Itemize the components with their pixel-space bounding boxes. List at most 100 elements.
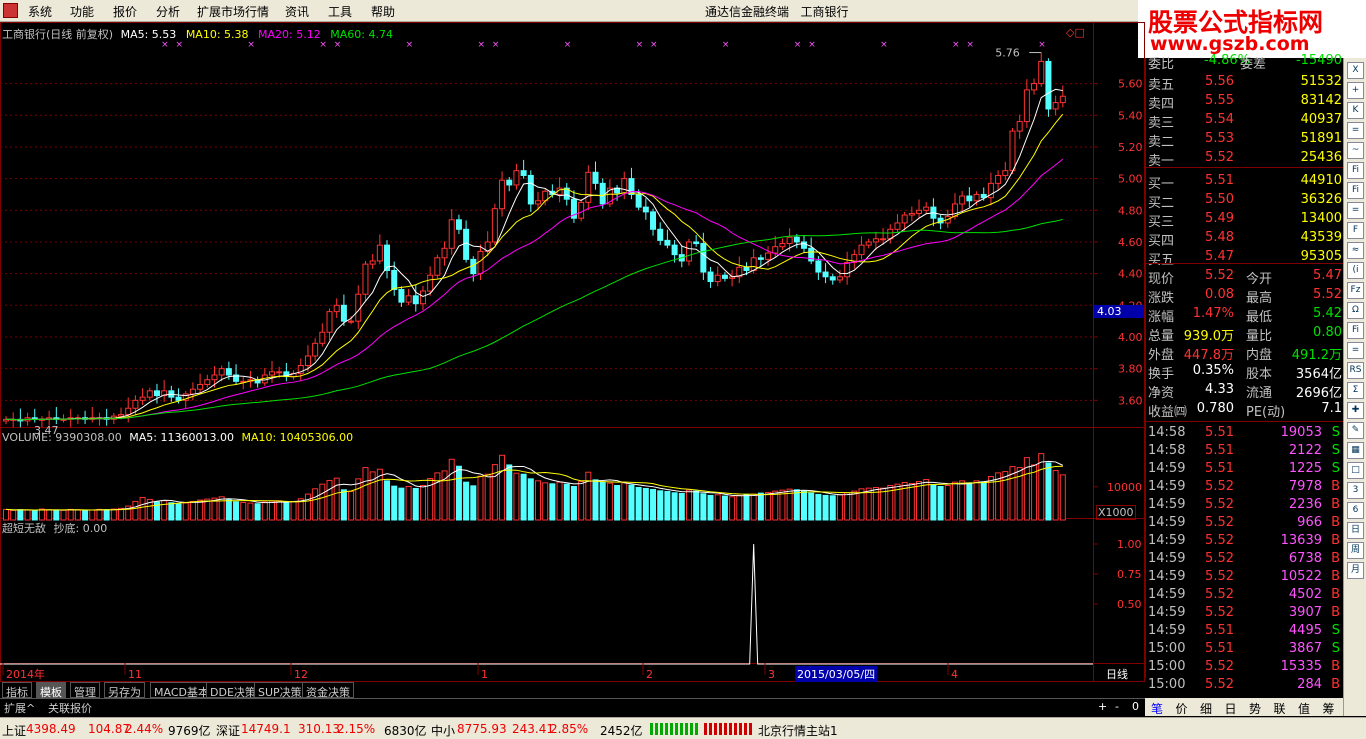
chart-canvas[interactable]: 5.605.405.205.004.804.604.404.204.003.80… <box>0 22 1145 682</box>
toolbar-icon-16[interactable]: Σ <box>1347 382 1364 399</box>
ask-row[interactable]: 卖一 5.52 25436 <box>1146 149 1344 169</box>
toolbar-icon-5[interactable]: Fi <box>1347 162 1364 179</box>
toolbar-icon-15[interactable]: RS <box>1347 362 1364 379</box>
menu-tools[interactable]: 工具 <box>328 3 352 20</box>
bid-row[interactable]: 买一 5.51 44910 <box>1146 172 1344 192</box>
tab-2[interactable]: 管理 <box>70 682 100 699</box>
ask-row[interactable]: 卖二 5.53 51891 <box>1146 130 1344 150</box>
toolbar-icon-0[interactable]: X <box>1347 62 1364 79</box>
ask-row[interactable]: 卖四 5.55 83142 <box>1146 92 1344 112</box>
panel-tab-1[interactable]: 价 <box>1176 700 1188 717</box>
toolbar-icon-1[interactable]: + <box>1347 82 1364 99</box>
panel-tab-4[interactable]: 势 <box>1249 700 1261 717</box>
toolbar-icon-4[interactable]: ~ <box>1347 142 1364 159</box>
panel-tab-3[interactable]: 日 <box>1225 700 1237 717</box>
volume-bar <box>743 494 750 521</box>
tick-row[interactable]: 15:00 5.51 3867 S <box>1146 640 1344 658</box>
tick-row[interactable]: 14:59 5.52 6738 B <box>1146 550 1344 568</box>
tab-5[interactable]: DDE决策 <box>206 682 260 699</box>
panel-tab-0[interactable]: 笔 <box>1151 700 1163 717</box>
panel-tab-2[interactable]: 细 <box>1200 700 1212 717</box>
ask-row[interactable]: 卖三 5.54 40937 <box>1146 111 1344 131</box>
tab-0[interactable]: 指标 <box>2 682 32 699</box>
tab-7[interactable]: 资金决策 <box>302 682 354 699</box>
menu-quote[interactable]: 报价 <box>113 3 137 20</box>
sme-index-label[interactable]: 中小 <box>431 722 455 739</box>
period-label[interactable]: 日线 <box>1106 666 1128 682</box>
price-cursor-label: 4.03 <box>1094 305 1144 318</box>
toolbar-icon-24[interactable]: 周 <box>1347 542 1364 559</box>
toolbar-icon-18[interactable]: ✎ <box>1347 422 1364 439</box>
kline-chart-area[interactable]: 5.605.405.205.004.804.604.404.204.003.80… <box>0 22 1145 682</box>
tick-row[interactable]: 14:58 5.51 2122 S <box>1146 442 1344 460</box>
toolbar-icon-6[interactable]: Fi <box>1347 182 1364 199</box>
bid-row[interactable]: 买四 5.48 43539 <box>1146 229 1344 249</box>
zoom-out-button[interactable]: - <box>1115 700 1119 713</box>
stat-row[interactable]: 现价 5.52 今开 5.47 <box>1146 267 1344 287</box>
toolbar-icon-20[interactable]: □ <box>1347 462 1364 479</box>
toolbar-icon-7[interactable]: = <box>1347 202 1364 219</box>
toolbar-icon-22[interactable]: 6 <box>1347 502 1364 519</box>
tick-row[interactable]: 14:59 5.52 966 B <box>1146 514 1344 532</box>
tick-row[interactable]: 14:59 5.52 3907 B <box>1146 604 1344 622</box>
toolbar-icon-13[interactable]: Fi <box>1347 322 1364 339</box>
tick-row[interactable]: 14:59 5.52 13639 B <box>1146 532 1344 550</box>
linked-quote-button[interactable]: 关联报价 <box>48 700 92 716</box>
toolbar-icon-25[interactable]: 月 <box>1347 562 1364 579</box>
stat-row[interactable]: 总量 939.0万 量比 0.80 <box>1146 324 1344 344</box>
order-ratio-row[interactable]: 委比 -4.86% 委差 -15490 <box>1146 52 1344 72</box>
tick-row[interactable]: 14:59 5.52 2236 B <box>1146 496 1344 514</box>
bid-row[interactable]: 买二 5.50 36326 <box>1146 191 1344 211</box>
menu-extended-market[interactable]: 扩展市场行情 <box>197 3 269 20</box>
chart-corner-icons[interactable]: ◇□ <box>1066 26 1085 39</box>
tick-row[interactable]: 14:59 5.51 4495 S <box>1146 622 1344 640</box>
ask-row[interactable]: 卖五 5.56 51532 <box>1146 73 1344 93</box>
toolbar-icon-11[interactable]: Fz <box>1347 282 1364 299</box>
stat-row[interactable]: 换手 0.35% 股本 3564亿 <box>1146 362 1344 382</box>
toolbar-icon-19[interactable]: ▦ <box>1347 442 1364 459</box>
sz-index-label[interactable]: 深证 <box>216 722 240 739</box>
tick-row[interactable]: 15:00 5.52 284 B <box>1146 676 1344 694</box>
menu-system[interactable]: 系统 <box>28 3 52 20</box>
zoom-reset-button[interactable]: 0 <box>1132 700 1139 713</box>
tab-4[interactable]: MACD基本 <box>150 682 213 699</box>
toolbar-icon-2[interactable]: K <box>1347 102 1364 119</box>
panel-tab-6[interactable]: 值 <box>1298 700 1310 717</box>
toolbar-icon-21[interactable]: 3 <box>1347 482 1364 499</box>
toolbar-icon-23[interactable]: 日 <box>1347 522 1364 539</box>
tick-row[interactable]: 15:00 5.52 15335 B <box>1146 658 1344 676</box>
tick-row[interactable]: 14:59 5.51 1225 S <box>1146 460 1344 478</box>
menu-function[interactable]: 功能 <box>70 3 94 20</box>
toolbar-icon-14[interactable]: = <box>1347 342 1364 359</box>
panel-tab-7[interactable]: 筹 <box>1323 700 1335 717</box>
stat-row[interactable]: 涨跌 0.08 最高 5.52 <box>1146 286 1344 306</box>
app-icon[interactable] <box>3 3 18 18</box>
bid-row[interactable]: 买三 5.49 13400 <box>1146 210 1344 230</box>
expand-button[interactable]: 扩展^ <box>4 700 35 716</box>
toolbar-icon-9[interactable]: ≈ <box>1347 242 1364 259</box>
stat-row[interactable]: 净资 4.33 流通 2696亿 <box>1146 381 1344 401</box>
stat-row[interactable]: 外盘 447.8万 内盘 491.2万 <box>1146 343 1344 363</box>
menu-help[interactable]: 帮助 <box>371 3 395 20</box>
menu-info[interactable]: 资讯 <box>285 3 309 20</box>
toolbar-icon-10[interactable]: (i <box>1347 262 1364 279</box>
stat-row[interactable]: 收益㈣ 0.780 PE(动) 7.1 <box>1146 400 1344 420</box>
panel-tab-5[interactable]: 联 <box>1274 700 1286 717</box>
toolbar-icon-3[interactable]: = <box>1347 122 1364 139</box>
tick-row[interactable]: 14:59 5.52 4502 B <box>1146 586 1344 604</box>
stat-row[interactable]: 涨幅 1.47% 最低 5.42 <box>1146 305 1344 325</box>
toolbar-icon-8[interactable]: F <box>1347 222 1364 239</box>
menu-analysis[interactable]: 分析 <box>156 3 180 20</box>
toolbar-icon-17[interactable]: ✚ <box>1347 402 1364 419</box>
sh-index-label[interactable]: 上证 <box>2 722 26 739</box>
tab-3[interactable]: 另存为 <box>104 682 145 699</box>
stat-label: 流通 <box>1246 386 1273 401</box>
server-status[interactable]: 北京行情主站1 <box>758 722 838 739</box>
zoom-in-button[interactable]: + <box>1098 700 1107 713</box>
tick-row[interactable]: 14:58 5.51 19053 S <box>1146 424 1344 442</box>
tick-row[interactable]: 14:59 5.52 7978 B <box>1146 478 1344 496</box>
tick-row[interactable]: 14:59 5.52 10522 B <box>1146 568 1344 586</box>
toolbar-icon-12[interactable]: Ω <box>1347 302 1364 319</box>
tab-1[interactable]: 模板 <box>36 682 66 699</box>
tab-6[interactable]: SUP决策 <box>254 682 306 699</box>
